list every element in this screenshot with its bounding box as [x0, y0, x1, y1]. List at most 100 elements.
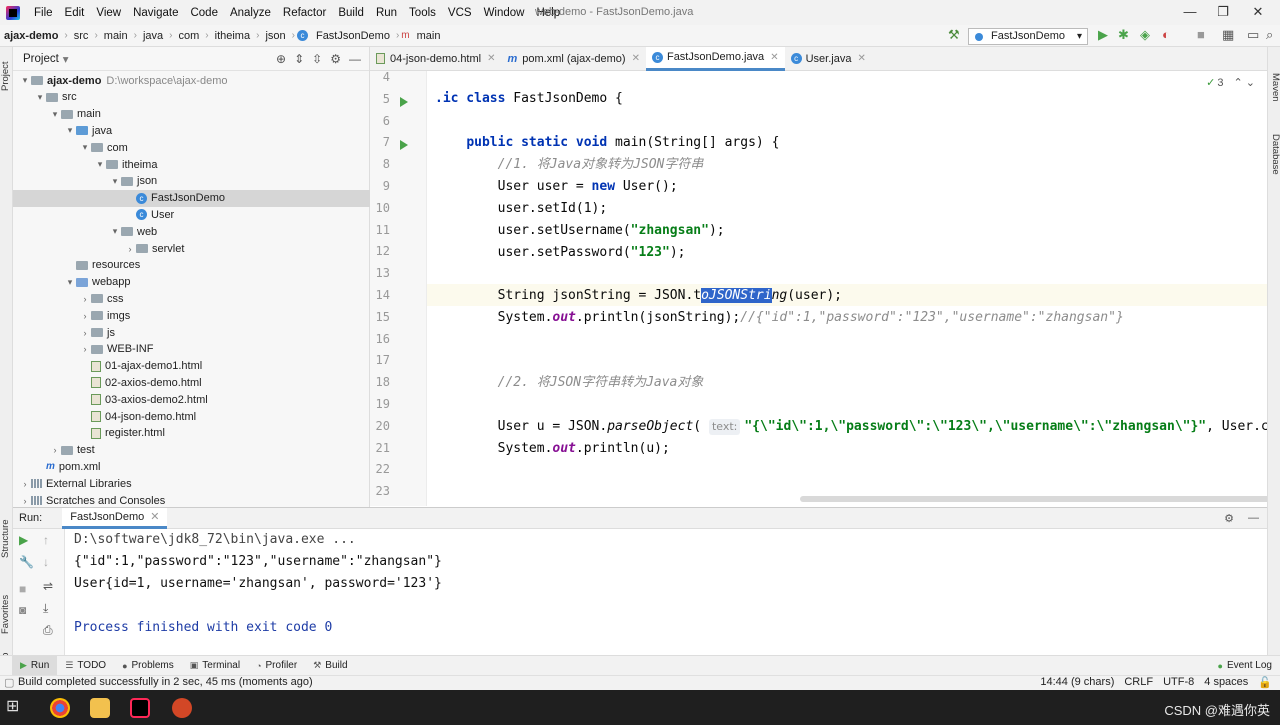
expand-arrow-icon[interactable]: ›	[79, 344, 91, 354]
print-icon[interactable]: ⎙	[43, 623, 53, 638]
tree-item[interactable]: ▾ webapp	[13, 274, 370, 291]
powerpoint-icon[interactable]	[172, 698, 192, 718]
expand-arrow-icon[interactable]: ▾	[19, 75, 31, 86]
menu-file[interactable]: File	[28, 7, 59, 19]
run-tab[interactable]: FastJsonDemo ✕	[62, 507, 168, 529]
menu-build[interactable]: Build	[332, 7, 370, 19]
run-console[interactable]: D:\software\jdk8_72\bin\java.exe ... {"i…	[65, 529, 1267, 655]
tree-item[interactable]: › servlet	[13, 240, 370, 257]
line-separator[interactable]: CRLF	[1124, 676, 1153, 689]
project-structure-icon[interactable]: ▦	[1222, 27, 1234, 43]
project-view-select[interactable]: Project	[23, 53, 59, 65]
hide-icon[interactable]: —	[349, 52, 361, 66]
stop-icon[interactable]: ■	[19, 582, 26, 596]
editor-tab[interactable]: c FastJsonDemo.java ✕	[645, 46, 785, 71]
close-tab-icon[interactable]: ✕	[770, 52, 778, 63]
locate-icon[interactable]: ⊕	[276, 52, 286, 66]
inspection-widget[interactable]: ✓ 3 ⌃ ⌄	[1206, 76, 1255, 89]
breadcrumb-item[interactable]: java	[139, 30, 167, 42]
minimize-icon[interactable]: —	[1180, 4, 1200, 19]
tree-item[interactable]: › External Libraries	[13, 475, 370, 492]
chrome-icon[interactable]	[50, 698, 70, 718]
stop-icon[interactable]: ■	[1197, 27, 1205, 42]
close-tab-icon[interactable]: ✕	[632, 53, 640, 64]
caret-position[interactable]: 14:44 (9 chars)	[1040, 676, 1114, 689]
tree-item[interactable]: ▾ com	[13, 139, 370, 156]
hide-icon[interactable]: —	[1248, 512, 1259, 524]
project-tool-label[interactable]: Project	[0, 51, 13, 101]
tree-item[interactable]: › js	[13, 324, 370, 341]
run-main-icon[interactable]	[400, 140, 408, 151]
search-icon[interactable]: ⌕	[1266, 27, 1273, 43]
favorites-tool-label[interactable]: Favorites	[0, 587, 13, 642]
soft-wrap-icon[interactable]: ⇌	[43, 579, 53, 593]
menu-vcs[interactable]: VCS	[442, 7, 478, 19]
close-tab-icon[interactable]: ✕	[857, 53, 865, 64]
horizontal-scrollbar[interactable]	[800, 496, 1267, 502]
tool-tab-build[interactable]: ⚒ Build	[305, 656, 355, 676]
database-tool-label[interactable]: Database	[1268, 127, 1280, 182]
editor-tab[interactable]: m pom.xml (ajax-demo) ✕	[501, 47, 645, 71]
breadcrumb-item[interactable]: com	[175, 30, 204, 42]
chevron-down-icon[interactable]: ▾	[63, 52, 69, 66]
breadcrumb-item[interactable]: main	[100, 30, 132, 42]
expand-arrow-icon[interactable]: ›	[124, 244, 136, 254]
menu-navigate[interactable]: Navigate	[127, 7, 184, 19]
tree-item[interactable]: ▾ web	[13, 223, 370, 240]
breadcrumb-item[interactable]: src	[70, 30, 93, 42]
close-icon[interactable]: ✕	[1248, 4, 1268, 20]
expand-arrow-icon[interactable]: ›	[79, 294, 91, 304]
tree-item[interactable]: ▾ ajax-demo D:\workspace\ajax-demo	[13, 72, 370, 89]
expand-arrow-icon[interactable]: ›	[49, 445, 61, 455]
tree-item[interactable]: 01-ajax-demo1.html	[13, 358, 370, 375]
event-log-tab[interactable]: ● Event Log	[1210, 656, 1280, 676]
breadcrumb-item[interactable]: json	[261, 30, 289, 42]
tree-item[interactable]: 02-axios-demo.html	[13, 374, 370, 391]
tree-item[interactable]: c User	[13, 206, 370, 223]
coverage-icon[interactable]: ◈	[1140, 27, 1150, 43]
hammer-icon[interactable]: ⚒	[948, 27, 960, 43]
down-icon[interactable]: ↓	[43, 555, 49, 569]
run-class-icon[interactable]	[400, 96, 408, 107]
breadcrumb-item[interactable]: ajax-demo	[0, 30, 62, 42]
structure-tool-label[interactable]: Structure	[0, 509, 13, 569]
up-icon[interactable]: ↑	[43, 533, 49, 547]
collapse-all-icon[interactable]: ⇳	[312, 52, 322, 66]
tool-tab-problems[interactable]: ● Problems	[114, 656, 182, 676]
gear-icon[interactable]: ⚙	[1224, 512, 1234, 525]
maximize-icon[interactable]: ❐	[1213, 4, 1233, 20]
expand-arrow-icon[interactable]: ▾	[49, 109, 61, 120]
intellij-taskbar-icon[interactable]	[130, 698, 150, 718]
tree-item[interactable]: 04-json-demo.html	[13, 408, 370, 425]
rerun-icon[interactable]: ▶	[19, 533, 28, 547]
breadcrumb-item[interactable]: itheima	[211, 30, 254, 42]
breadcrumb-item[interactable]: main	[413, 30, 445, 42]
expand-arrow-icon[interactable]: ›	[79, 328, 91, 338]
tree-item[interactable]: c FastJsonDemo	[13, 189, 370, 207]
windows-start-icon[interactable]: ⊞	[6, 696, 26, 716]
tree-item[interactable]: › WEB-INF	[13, 341, 370, 358]
tree-item[interactable]: › imgs	[13, 307, 370, 324]
tree-item[interactable]: 03-axios-demo2.html	[13, 391, 370, 408]
menu-run[interactable]: Run	[370, 7, 403, 19]
menu-refactor[interactable]: Refactor	[277, 7, 332, 19]
editor-tab[interactable]: c User.java ✕	[785, 47, 872, 71]
expand-arrow-icon[interactable]: ›	[79, 311, 91, 321]
menu-window[interactable]: Window	[478, 7, 531, 19]
run-config-select[interactable]: FastJsonDemo	[968, 28, 1088, 45]
tree-item[interactable]: m pom.xml	[13, 458, 370, 475]
tree-item[interactable]: ▾ java	[13, 122, 370, 139]
profiler-icon[interactable]: ◐	[1162, 27, 1170, 42]
expand-arrow-icon[interactable]: ▾	[64, 125, 76, 136]
expand-arrow-icon[interactable]: ▾	[64, 277, 76, 288]
status-toggle-icon[interactable]: ▢	[4, 676, 14, 689]
breadcrumb-item[interactable]: FastJsonDemo	[312, 30, 394, 42]
tool-tab-profiler[interactable]: ◔ Profiler	[248, 656, 305, 676]
indent-setting[interactable]: 4 spaces	[1204, 676, 1248, 689]
file-encoding[interactable]: UTF-8	[1163, 676, 1194, 689]
gear-icon[interactable]: ⚙	[330, 52, 341, 66]
menu-view[interactable]: View	[90, 7, 127, 19]
expand-arrow-icon[interactable]: ›	[19, 496, 31, 506]
menu-edit[interactable]: Edit	[59, 7, 91, 19]
run-icon[interactable]: ▶	[1098, 27, 1108, 43]
